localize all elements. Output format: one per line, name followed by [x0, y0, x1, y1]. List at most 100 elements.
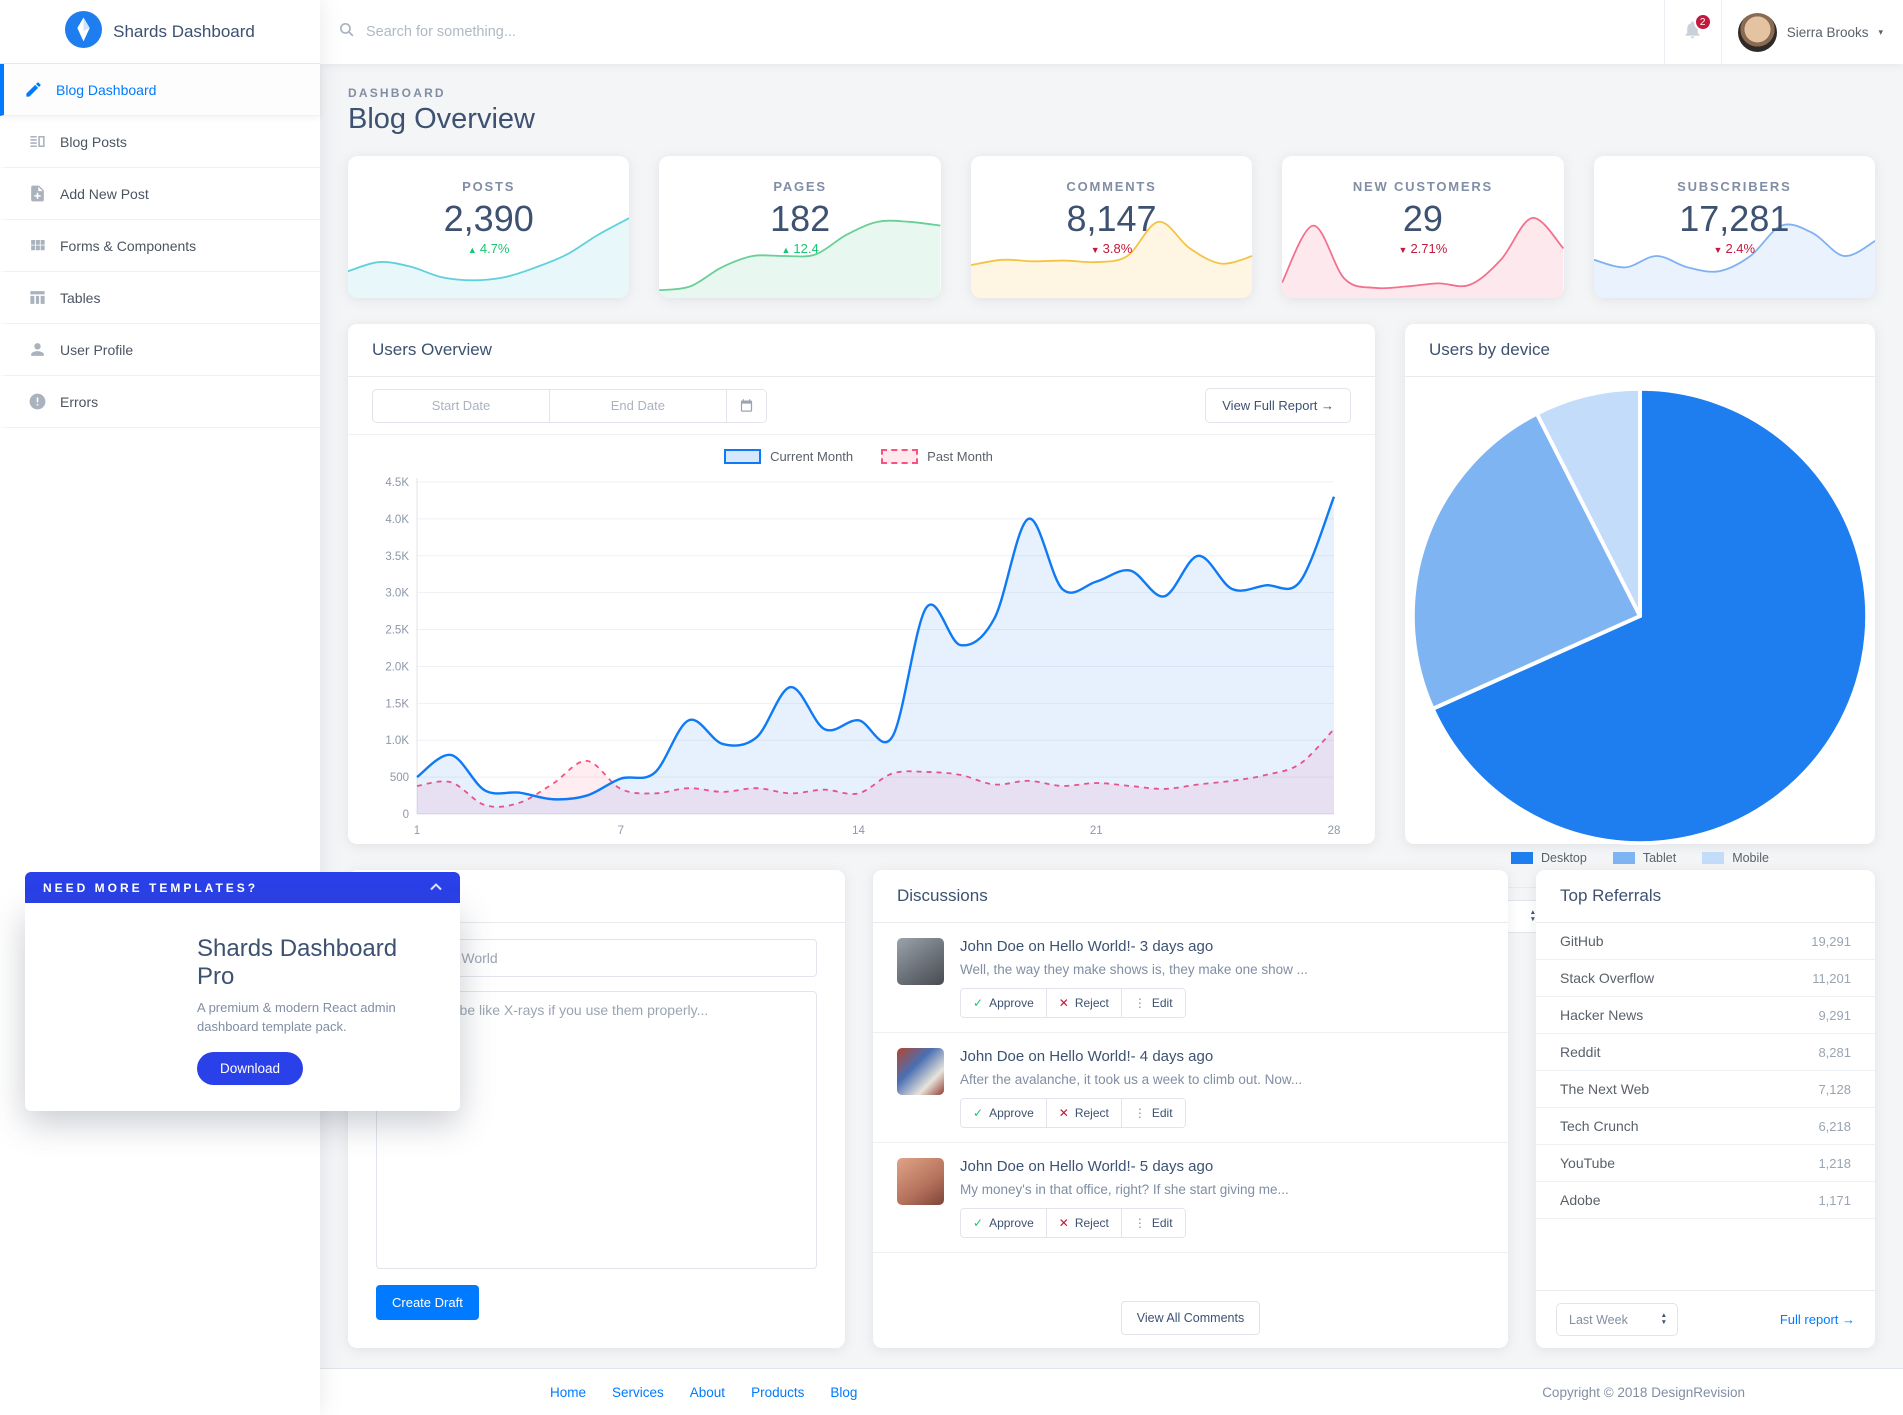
referrals-rows: GitHub19,291Stack Overflow11,201Hacker N…: [1536, 923, 1875, 1290]
sidebar-item-user-profile[interactable]: User Profile: [0, 324, 320, 376]
pie-legend-mobile: Mobile: [1702, 851, 1769, 865]
arrow-down-icon: ▼: [1091, 245, 1100, 255]
page-head: DASHBOARD Blog Overview: [348, 86, 1875, 136]
sidebar-item-label: Forms & Components: [60, 238, 196, 254]
referral-value: 8,281: [1818, 1045, 1851, 1060]
referral-row: GitHub19,291: [1536, 923, 1875, 960]
discussion-actions: ✓Approve✕Reject⋮Edit: [960, 1098, 1186, 1128]
stat-delta-value: 2.71%: [1410, 241, 1447, 256]
sidebar-item-errors[interactable]: Errors: [0, 376, 320, 428]
stat-card-new-customers: NEW CUSTOMERS29▼2.71%: [1282, 156, 1563, 298]
discussions-title: Discussions: [873, 870, 1508, 923]
users-overview-chart: 05001.0K1.5K2.0K2.5K3.0K3.5K4.0K4.5K1714…: [362, 468, 1355, 840]
discussion-item: John Doe on Hello World!- 5 days agoMy m…: [873, 1143, 1508, 1253]
button-label: Edit: [1152, 1106, 1173, 1120]
stat-delta: ▲12.4: [659, 241, 940, 256]
edit-button[interactable]: ⋮Edit: [1121, 1099, 1185, 1127]
view-full-report-button[interactable]: View Full Report →: [1205, 388, 1351, 423]
reject-button[interactable]: ✕Reject: [1046, 989, 1121, 1017]
sidebar-item-label: Blog Posts: [60, 134, 127, 150]
avatar: [897, 1048, 944, 1095]
pie-area: [1405, 377, 1875, 851]
svg-text:4.0K: 4.0K: [385, 514, 409, 526]
approve-button[interactable]: ✓Approve: [961, 1209, 1046, 1237]
sidebar-item-forms-components[interactable]: Forms & Components: [0, 220, 320, 272]
download-button[interactable]: Download: [197, 1052, 303, 1085]
referrals-footer: Last Week ▲▼ Full report →: [1536, 1290, 1875, 1348]
promo-description: A premium & modern React admin dashboard…: [197, 999, 427, 1037]
create-draft-button[interactable]: Create Draft: [376, 1285, 479, 1320]
stat-delta: ▼2.4%: [1594, 241, 1875, 256]
approve-icon: ✓: [973, 1106, 983, 1120]
footer-link-blog[interactable]: Blog: [830, 1385, 857, 1400]
svg-text:1.0K: 1.0K: [385, 735, 409, 747]
discussion-content: John Doe on Hello World!- 4 days agoAfte…: [960, 1048, 1302, 1128]
stats-row: POSTS2,390▲4.7%PAGES182▲12.4COMMENTS8,14…: [348, 156, 1875, 298]
table-icon: [28, 288, 47, 307]
search-bar: [320, 0, 1664, 64]
select-updown-icon: ▲▼: [1661, 1313, 1667, 1327]
stat-label: PAGES: [659, 179, 940, 194]
edit-button[interactable]: ⋮Edit: [1121, 989, 1185, 1017]
reject-icon: ✕: [1059, 1106, 1069, 1120]
start-date-input[interactable]: [373, 390, 549, 422]
reject-button[interactable]: ✕Reject: [1046, 1099, 1121, 1127]
referrals-range-select[interactable]: Last Week ▲▼: [1556, 1303, 1678, 1336]
svg-text:500: 500: [390, 772, 409, 784]
referrals-full-report-link[interactable]: Full report →: [1780, 1312, 1855, 1327]
referral-label: Adobe: [1560, 1192, 1600, 1208]
footer-link-home[interactable]: Home: [550, 1385, 586, 1400]
stat-label: SUBSCRIBERS: [1594, 179, 1875, 194]
legend-label: Current Month: [770, 449, 853, 464]
approve-button[interactable]: ✓Approve: [961, 989, 1046, 1017]
discussion-item: John Doe on Hello World!- 4 days agoAfte…: [873, 1033, 1508, 1143]
stat-delta-value: 3.8%: [1103, 241, 1133, 256]
svg-text:4.5K: 4.5K: [385, 477, 409, 489]
stat-label: NEW CUSTOMERS: [1282, 179, 1563, 194]
approve-button[interactable]: ✓Approve: [961, 1099, 1046, 1127]
posts-icon: [28, 132, 47, 151]
sidebar-item-add-new-post[interactable]: Add New Post: [0, 168, 320, 220]
brand[interactable]: Shards Dashboard: [0, 0, 320, 64]
legend-swatch: [1613, 852, 1635, 864]
users-overview-title: Users Overview: [348, 324, 1375, 377]
user-menu[interactable]: Sierra Brooks ▾: [1722, 0, 1903, 64]
search-input[interactable]: [366, 24, 786, 40]
stat-delta: ▲4.7%: [348, 241, 629, 256]
stat-value: 29: [1282, 198, 1563, 240]
legend-current-month: Current Month: [724, 449, 853, 464]
sidebar-item-blog-posts[interactable]: Blog Posts: [0, 116, 320, 168]
avatar: [1738, 13, 1777, 52]
discussion-body: After the avalanche, it took us a week t…: [960, 1072, 1302, 1087]
svg-text:28: 28: [1328, 825, 1341, 837]
sidebar-item-tables[interactable]: Tables: [0, 272, 320, 324]
top-referrals-card: Top Referrals GitHub19,291Stack Overflow…: [1536, 870, 1875, 1348]
end-date-input[interactable]: [550, 390, 726, 422]
referral-row: YouTube1,218: [1536, 1145, 1875, 1182]
modules-icon: [28, 236, 47, 255]
promo-title: Shards Dashboard Pro: [197, 935, 440, 991]
footer-link-about[interactable]: About: [690, 1385, 725, 1400]
reject-button[interactable]: ✕Reject: [1046, 1209, 1121, 1237]
referral-label: YouTube: [1560, 1155, 1615, 1171]
avatar: [897, 1158, 944, 1205]
calendar-button[interactable]: [726, 390, 766, 422]
footer-link-services[interactable]: Services: [612, 1385, 664, 1400]
stat-card-comments: COMMENTS8,147▼3.8%: [971, 156, 1252, 298]
stat-value: 182: [659, 198, 940, 240]
sidebar-item-label: Errors: [60, 394, 98, 410]
current-month-swatch: [724, 449, 761, 464]
discussion-actions: ✓Approve✕Reject⋮Edit: [960, 1208, 1186, 1238]
sidebar-item-blog-dashboard[interactable]: Blog Dashboard: [0, 64, 320, 116]
notifications-button[interactable]: 2: [1664, 0, 1722, 64]
edit-button[interactable]: ⋮Edit: [1121, 1209, 1185, 1237]
pie-legend-tablet: Tablet: [1613, 851, 1676, 865]
chevron-up-icon[interactable]: [430, 882, 442, 894]
calendar-icon: [739, 398, 754, 413]
page-content: DASHBOARD Blog Overview POSTS2,390▲4.7%P…: [320, 64, 1903, 1368]
referral-value: 1,171: [1818, 1193, 1851, 1208]
footer-link-products[interactable]: Products: [751, 1385, 804, 1400]
view-all-comments-button[interactable]: View All Comments: [1121, 1301, 1260, 1335]
referral-label: GitHub: [1560, 933, 1604, 949]
edit-icon: ⋮: [1134, 1216, 1146, 1230]
